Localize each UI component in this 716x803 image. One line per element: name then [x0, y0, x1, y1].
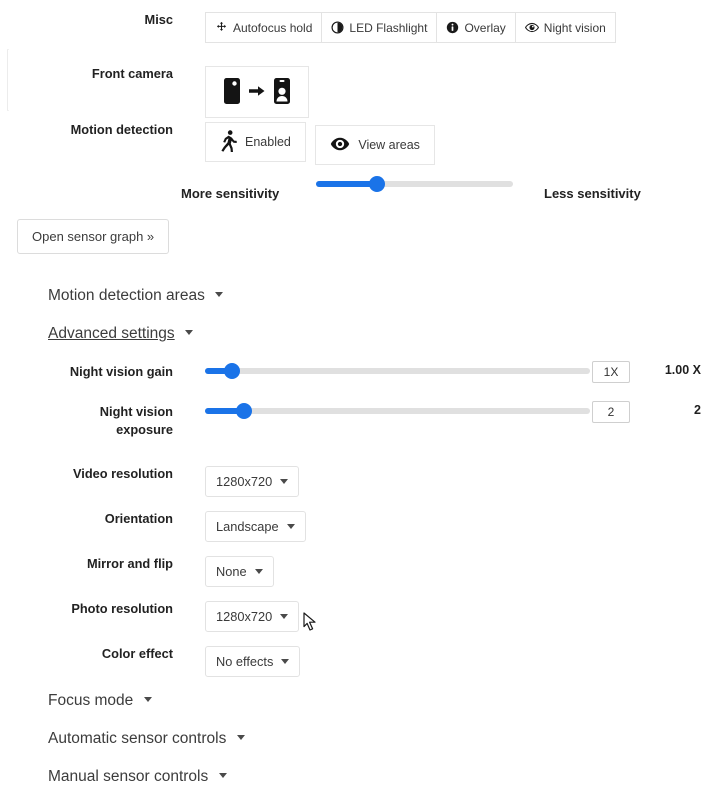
video-resolution-control: 1280x720 [205, 466, 300, 497]
phone-rear-icon [223, 77, 241, 108]
night-vision-label: Night vision [543, 20, 606, 35]
autofocus-hold-label: Autofocus hold [233, 20, 313, 35]
collapse-focus-mode[interactable]: Focus mode [48, 692, 152, 710]
misc-button-group: Autofocus hold LED Flashlight Overlay Ni… [205, 12, 616, 43]
collapse-automatic-sensor-controls[interactable]: Automatic sensor controls [48, 730, 245, 748]
overlay-button[interactable]: Overlay [436, 12, 515, 43]
overlay-label: Overlay [464, 20, 506, 35]
color-effect-row: Color effect No effects [0, 646, 301, 677]
collapse-advanced-settings-label: Advanced settings [48, 325, 175, 342]
night-vision-exposure-label-line2: exposure [116, 422, 173, 437]
mirror-and-flip-control: None [205, 556, 274, 587]
night-vision-button[interactable]: Night vision [514, 12, 616, 43]
color-effect-control: No effects [205, 646, 301, 677]
collapse-manual-sensor-controls-label: Manual sensor controls [48, 768, 209, 785]
night-vision-exposure-label-line1: Night vision [99, 404, 173, 419]
chevron-down-icon [280, 614, 289, 619]
sensitivity-slider[interactable] [316, 176, 513, 192]
color-effect-value: No effects [216, 654, 274, 669]
collapse-motion-detection-areas-label: Motion detection areas [48, 287, 205, 304]
view-areas-button[interactable]: View areas [315, 125, 435, 165]
chevron-down-icon [280, 479, 289, 484]
video-resolution-value: 1280x720 [216, 474, 273, 489]
chevron-down-icon [254, 569, 263, 574]
collapse-advanced-settings[interactable]: Advanced settings [48, 325, 193, 343]
night-vision-gain-value: 1.00 X [664, 363, 701, 377]
mouse-cursor [303, 612, 317, 637]
led-flashlight-button[interactable]: LED Flashlight [321, 12, 437, 43]
collapse-manual-sensor-controls[interactable]: Manual sensor controls [48, 768, 227, 786]
chevron-down-icon [184, 330, 193, 335]
color-effect-label: Color effect [101, 646, 173, 661]
eye-icon [524, 21, 539, 34]
chevron-down-icon [215, 292, 224, 297]
front-camera-row: Front camera [0, 66, 309, 118]
arrow-right-icon [249, 85, 265, 100]
motion-detection-label: Motion detection [70, 122, 173, 137]
night-vision-gain-slider-thumb[interactable] [223, 363, 240, 379]
misc-label: Misc [144, 12, 173, 27]
sensitivity-slider-thumb[interactable] [369, 176, 386, 192]
eye-target-icon [330, 136, 350, 155]
motion-detection-controls: Enabled View areas [205, 122, 435, 165]
mirror-and-flip-row: Mirror and flip None [0, 556, 274, 587]
view-areas-label: View areas [358, 138, 420, 152]
night-vision-exposure-label: Night vision exposure [0, 403, 173, 439]
night-vision-exposure-slider[interactable] [205, 403, 590, 419]
motion-detection-enabled-button[interactable]: Enabled [205, 122, 306, 162]
orientation-label: Orientation [104, 511, 173, 526]
led-flashlight-label: LED Flashlight [349, 20, 428, 35]
open-sensor-graph-button[interactable]: Open sensor graph » [17, 219, 170, 254]
video-resolution-dropdown[interactable]: 1280x720 [205, 466, 300, 497]
orientation-control: Landscape [205, 511, 306, 542]
video-resolution-label: Video resolution [72, 466, 173, 481]
chevron-down-icon [281, 659, 290, 664]
phone-front-camera-icon [273, 77, 291, 108]
chevron-down-icon [218, 773, 227, 778]
info-circle-icon [446, 21, 459, 34]
collapse-automatic-sensor-controls-label: Automatic sensor controls [48, 730, 227, 747]
more-sensitivity-label: More sensitivity [181, 186, 280, 201]
motion-detection-enabled-label: Enabled [245, 135, 291, 149]
chevron-down-icon [143, 697, 152, 702]
photo-resolution-row: Photo resolution 1280x720 [0, 601, 300, 632]
night-vision-exposure-input[interactable]: 2 [592, 401, 630, 423]
orientation-row: Orientation Landscape [0, 511, 306, 542]
night-vision-gain-input[interactable]: 1X [592, 361, 630, 383]
video-resolution-row: Video resolution 1280x720 [0, 466, 300, 497]
motion-detection-row: Motion detection Enabled View areas [0, 122, 435, 165]
chevron-down-icon [286, 524, 295, 529]
mirror-and-flip-label: Mirror and flip [86, 556, 173, 571]
night-vision-gain-slider[interactable] [205, 363, 590, 379]
night-vision-exposure-value: 2 [694, 403, 701, 417]
photo-resolution-control: 1280x720 [205, 601, 300, 632]
sensitivity-slider-fill [316, 181, 378, 187]
orientation-dropdown[interactable]: Landscape [205, 511, 306, 542]
running-person-icon [220, 129, 237, 155]
switch-camera-button[interactable] [205, 66, 309, 118]
mirror-and-flip-dropdown[interactable]: None [205, 556, 274, 587]
less-sensitivity-label: Less sensitivity [544, 186, 641, 201]
night-vision-exposure-slider-thumb[interactable] [235, 403, 252, 419]
misc-row: Misc Autofocus hold LED Flashlight Overl… [0, 12, 616, 43]
photo-resolution-label: Photo resolution [71, 601, 173, 616]
chevron-down-icon [236, 735, 245, 740]
orientation-value: Landscape [216, 519, 279, 534]
autofocus-hold-button[interactable]: Autofocus hold [205, 12, 322, 43]
front-camera-control [205, 66, 309, 118]
flashlight-contrast-icon [331, 21, 344, 34]
front-camera-label: Front camera [91, 66, 173, 81]
photo-resolution-value: 1280x720 [216, 609, 273, 624]
collapse-motion-detection-areas[interactable]: Motion detection areas [48, 287, 224, 305]
collapse-focus-mode-label: Focus mode [48, 692, 134, 709]
settings-page: Misc Autofocus hold LED Flashlight Overl… [0, 0, 716, 803]
photo-resolution-dropdown[interactable]: 1280x720 [205, 601, 300, 632]
autofocus-icon [215, 21, 228, 34]
mirror-and-flip-value: None [216, 564, 247, 579]
night-vision-gain-label: Night vision gain [69, 364, 173, 379]
color-effect-dropdown[interactable]: No effects [205, 646, 301, 677]
